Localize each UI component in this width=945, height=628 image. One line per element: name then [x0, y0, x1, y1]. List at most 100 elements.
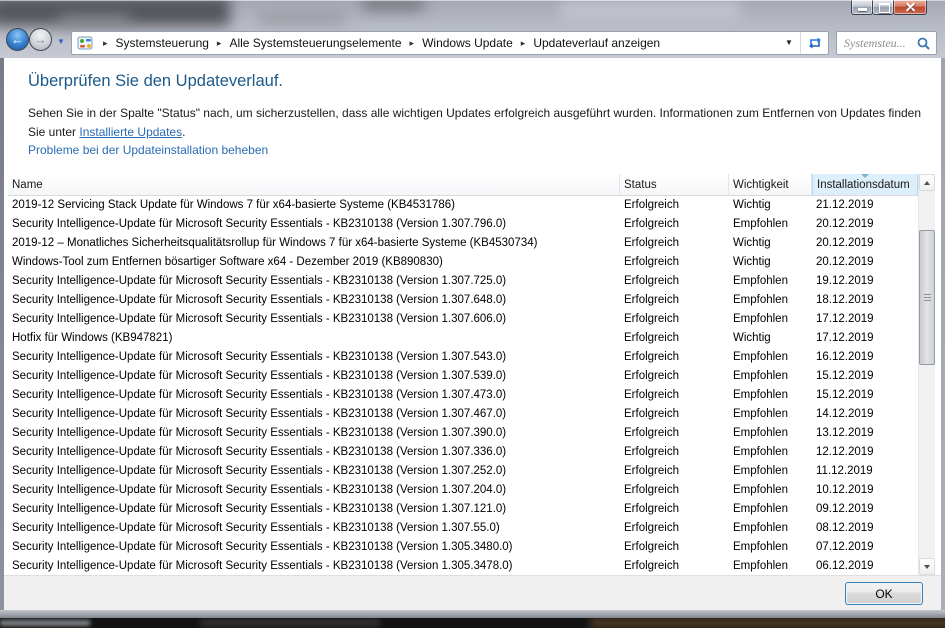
- cell-name: Security Intelligence-Update für Microso…: [12, 560, 513, 572]
- column-header-status[interactable]: Status: [620, 174, 729, 195]
- column-header-label: Status: [624, 178, 657, 191]
- installed-updates-link[interactable]: Installierte Updates: [79, 125, 182, 139]
- table-row[interactable]: Security Intelligence-Update für Microso…: [8, 538, 918, 557]
- cell-wichtigkeit: Empfohlen: [733, 503, 788, 515]
- table-row[interactable]: Security Intelligence-Update für Microso…: [8, 215, 918, 234]
- cell-wichtigkeit: Empfohlen: [733, 427, 788, 439]
- table-row[interactable]: 2019-12 Servicing Stack Update für Windo…: [8, 196, 918, 215]
- search-input[interactable]: [837, 35, 915, 51]
- table-row[interactable]: Security Intelligence-Update für Microso…: [8, 310, 918, 329]
- cell-wichtigkeit: Wichtig: [733, 237, 771, 249]
- search-icon[interactable]: [917, 37, 930, 50]
- column-header-installationsdatum[interactable]: Installationsdatum: [812, 174, 918, 195]
- table-row[interactable]: Security Intelligence-Update für Microso…: [8, 272, 918, 291]
- cell-status: Erfolgreich: [624, 560, 679, 572]
- address-dropdown-icon[interactable]: ▼: [778, 32, 800, 54]
- desktop-blob: [200, 619, 380, 627]
- table-row[interactable]: Windows-Tool zum Entfernen bösartiger So…: [8, 253, 918, 272]
- cell-name: Windows-Tool zum Entfernen bösartiger So…: [12, 256, 443, 268]
- navigation-bar: ← → ▼ ▸ Systemsteuerung ▸ Alle Systemsteuer…: [0, 28, 945, 56]
- desktop-glass-blob: [58, 16, 130, 27]
- cell-installationsdatum: 17.12.2019: [816, 332, 874, 344]
- cell-name: Security Intelligence-Update für Microso…: [12, 465, 507, 477]
- cell-installationsdatum: 15.12.2019: [816, 389, 874, 401]
- cell-status: Erfolgreich: [624, 541, 679, 553]
- desktop-background: [0, 618, 945, 628]
- cell-status: Erfolgreich: [624, 370, 679, 382]
- update-history-list: Name Status Wichtigkeit Installationsdat…: [8, 174, 935, 575]
- cell-status: Erfolgreich: [624, 408, 679, 420]
- minimize-icon: [858, 8, 867, 11]
- table-row[interactable]: Security Intelligence-Update für Microso…: [8, 443, 918, 462]
- cell-name: Security Intelligence-Update für Microso…: [12, 503, 507, 515]
- column-header-label: Installationsdatum: [817, 178, 910, 191]
- cell-wichtigkeit: Empfohlen: [733, 294, 788, 306]
- cell-status: Erfolgreich: [624, 332, 679, 344]
- maximize-button[interactable]: [872, 0, 894, 15]
- breadcrumb-separator-icon: ▸: [409, 37, 415, 48]
- scroll-up-button[interactable]: [919, 174, 935, 191]
- breadcrumb-item[interactable]: Systemsteuerung: [116, 36, 209, 50]
- table-row[interactable]: Security Intelligence-Update für Microso…: [8, 386, 918, 405]
- table-row[interactable]: Security Intelligence-Update für Microso…: [8, 348, 918, 367]
- scroll-down-button[interactable]: [919, 558, 935, 575]
- cell-installationsdatum: 16.12.2019: [816, 351, 874, 363]
- scrollbar-thumb[interactable]: [919, 230, 935, 365]
- vertical-scrollbar[interactable]: [918, 174, 935, 575]
- refresh-button[interactable]: [800, 32, 828, 54]
- cell-name: Security Intelligence-Update für Microso…: [12, 370, 507, 382]
- table-row[interactable]: Security Intelligence-Update für Microso…: [8, 367, 918, 386]
- cell-installationsdatum: 18.12.2019: [816, 294, 874, 306]
- ok-button[interactable]: OK: [845, 582, 923, 605]
- cell-name: Security Intelligence-Update für Microso…: [12, 294, 507, 306]
- table-row[interactable]: Security Intelligence-Update für Microso…: [8, 519, 918, 538]
- table-row[interactable]: Security Intelligence-Update für Microso…: [8, 291, 918, 310]
- table-row[interactable]: Security Intelligence-Update für Microso…: [8, 462, 918, 481]
- table-row[interactable]: 2019-12 – Monatliches Sicherheitsqualitä…: [8, 234, 918, 253]
- cell-name: Security Intelligence-Update für Microso…: [12, 351, 507, 363]
- cell-status: Erfolgreich: [624, 199, 679, 211]
- scroll-up-icon: [924, 180, 930, 185]
- cell-name: Security Intelligence-Update für Microso…: [12, 446, 507, 458]
- cell-status: Erfolgreich: [624, 275, 679, 287]
- table-row[interactable]: Security Intelligence-Update für Microso…: [8, 557, 918, 575]
- cell-installationsdatum: 15.12.2019: [816, 370, 874, 382]
- desktop-glass-blob: [258, 11, 346, 24]
- breadcrumb-separator-icon: ▸: [103, 37, 108, 48]
- cell-wichtigkeit: Empfohlen: [733, 465, 788, 477]
- cell-status: Erfolgreich: [624, 446, 679, 458]
- breadcrumb-item[interactable]: Windows Update: [422, 36, 513, 50]
- cell-status: Erfolgreich: [624, 294, 679, 306]
- desktop-blob: [0, 620, 90, 626]
- cell-installationsdatum: 11.12.2019: [816, 465, 873, 477]
- desktop-glass-blob: [560, 2, 740, 18]
- table-row[interactable]: Security Intelligence-Update für Microso…: [8, 424, 918, 443]
- table-row[interactable]: Security Intelligence-Update für Microso…: [8, 405, 918, 424]
- cell-wichtigkeit: Empfohlen: [733, 408, 788, 420]
- table-row[interactable]: Hotfix für Windows (KB947821) Erfolgreich…: [8, 329, 918, 348]
- search-box: [836, 31, 937, 55]
- address-bar[interactable]: ▸ Systemsteuerung ▸ Alle Systemsteuerungsel…: [71, 31, 829, 55]
- table-row[interactable]: Security Intelligence-Update für Microso…: [8, 500, 918, 519]
- minimize-button[interactable]: [851, 0, 873, 15]
- forward-button[interactable]: →: [29, 28, 52, 51]
- sort-desc-icon: [861, 174, 869, 178]
- breadcrumb-item[interactable]: Updateverlauf anzeigen: [533, 36, 660, 50]
- column-header-name[interactable]: Name: [8, 174, 620, 195]
- close-button[interactable]: [893, 0, 927, 15]
- cell-status: Erfolgreich: [624, 465, 679, 477]
- breadcrumb-item[interactable]: Alle Systemsteuerungselemente: [229, 36, 401, 50]
- troubleshoot-link[interactable]: Probleme bei der Updateinstallation behe…: [28, 143, 268, 157]
- recent-pages-dropdown-icon[interactable]: ▼: [57, 37, 65, 46]
- back-button[interactable]: ←: [6, 28, 29, 51]
- cell-installationsdatum: 08.12.2019: [816, 522, 874, 534]
- cell-name: Security Intelligence-Update für Microso…: [12, 522, 500, 534]
- table-row[interactable]: Security Intelligence-Update für Microso…: [8, 481, 918, 500]
- cell-installationsdatum: 21.12.2019: [816, 199, 874, 211]
- cell-installationsdatum: 14.12.2019: [816, 408, 874, 420]
- cell-wichtigkeit: Wichtig: [733, 332, 771, 344]
- column-header-wichtigkeit[interactable]: Wichtigkeit: [729, 174, 812, 195]
- cell-name: Security Intelligence-Update für Microso…: [12, 408, 507, 420]
- list-body: 2019-12 Servicing Stack Update für Windo…: [8, 196, 918, 575]
- cell-status: Erfolgreich: [624, 256, 679, 268]
